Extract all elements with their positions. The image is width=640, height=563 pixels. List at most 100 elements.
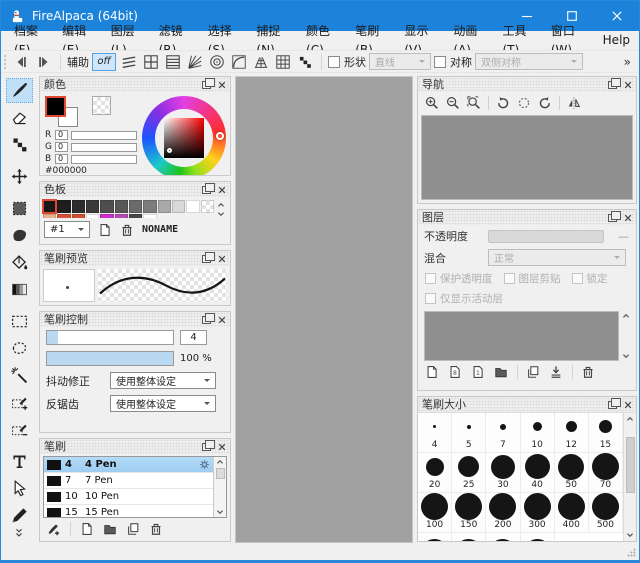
new-doc-icon[interactable] [70, 522, 94, 536]
palette-swatch[interactable] [143, 200, 156, 213]
brush-size-cell[interactable]: 40 [521, 453, 555, 493]
layer-option-checkbox[interactable] [425, 293, 436, 304]
brush-size-cell[interactable]: 300 [521, 493, 555, 533]
panel-close-icon[interactable] [218, 443, 226, 451]
brush-list-item[interactable]: 15 15 Pen [44, 505, 213, 517]
float-panel-icon[interactable] [608, 214, 617, 222]
brush-size-cell[interactable]: 400 [555, 493, 589, 533]
brush-list-item[interactable]: 4 4 Pen [44, 457, 213, 473]
tool-strip-overflow-button[interactable] [14, 528, 24, 538]
gradient-icon[interactable] [6, 277, 33, 302]
brush-settings-button[interactable] [199, 459, 210, 470]
brush-size-cell[interactable] [418, 533, 452, 541]
scroll-down-button[interactable] [217, 210, 225, 218]
dot-icon[interactable] [295, 52, 315, 71]
select-pen-icon[interactable] [6, 223, 33, 248]
doc-1-icon[interactable]: 1 [471, 365, 485, 379]
brush-add-icon[interactable] [47, 522, 61, 536]
brush-size-cell[interactable]: 10 [521, 413, 555, 453]
scroll-down-button[interactable] [626, 531, 634, 539]
scroll-down-button[interactable] [216, 508, 224, 516]
panel-close-icon[interactable] [218, 316, 226, 324]
float-panel-icon[interactable] [202, 186, 211, 194]
float-panel-icon[interactable] [202, 443, 211, 451]
float-panel-icon[interactable] [608, 401, 617, 409]
brush-size-cell[interactable]: 12 [555, 413, 589, 453]
assist-off-button[interactable]: off [92, 53, 116, 71]
panel-close-icon[interactable] [218, 81, 226, 89]
palette-set-select[interactable]: #1 [44, 221, 90, 238]
palette-swatch[interactable] [72, 200, 85, 213]
parallel-lines-icon[interactable] [119, 52, 139, 71]
lasso-select-icon[interactable] [6, 336, 33, 361]
perspective-grid-icon[interactable] [251, 52, 271, 71]
layer-option-checkbox[interactable] [425, 273, 436, 284]
magic-wand-icon[interactable] [6, 363, 33, 388]
radial-lines-icon[interactable] [185, 52, 205, 71]
zoom-in-icon[interactable] [425, 96, 439, 110]
select-icon[interactable] [6, 196, 33, 221]
folder-icon[interactable] [103, 522, 117, 536]
menu-item[interactable]: Help [594, 31, 639, 50]
palette-swatch[interactable] [186, 200, 199, 213]
brush-setting-select[interactable]: 使用整体设定 [110, 395, 216, 412]
brush-size-cell[interactable]: 7 [486, 413, 520, 453]
rgb-channel-value[interactable]: 0 [55, 130, 68, 140]
navigator-preview[interactable] [421, 115, 633, 200]
move-icon[interactable] [6, 164, 33, 189]
merge-down-icon[interactable] [549, 365, 563, 379]
shape-checkbox[interactable] [328, 56, 340, 68]
flip-horizontal-icon[interactable] [559, 96, 581, 110]
cross-grid-icon[interactable] [141, 52, 161, 71]
add-swatch-button[interactable] [98, 223, 112, 237]
layer-list[interactable] [424, 311, 619, 361]
brush-size-cell[interactable]: 200 [486, 493, 520, 533]
next-brush-button[interactable] [34, 52, 54, 71]
delete-swatch-button[interactable] [120, 223, 134, 237]
zoom-out-icon[interactable] [446, 96, 460, 110]
brush-size-cell[interactable]: 50 [555, 453, 589, 493]
duplicate-icon[interactable] [126, 522, 140, 536]
zoom-reset-icon[interactable] [467, 96, 481, 110]
brush-size-cell[interactable]: 4 [418, 413, 452, 453]
brush-size-value[interactable]: 4 [180, 330, 207, 345]
brush-opacity-slider[interactable] [46, 351, 174, 366]
panel-close-icon[interactable] [624, 401, 632, 409]
close-window-button[interactable] [594, 1, 639, 31]
brush-setting-select[interactable]: 使用整体设定 [110, 372, 216, 389]
float-panel-icon[interactable] [202, 81, 211, 89]
prev-brush-button[interactable] [11, 52, 31, 71]
panel-close-icon[interactable] [624, 81, 632, 89]
float-panel-icon[interactable] [202, 255, 211, 263]
layer-option-checkbox[interactable] [572, 273, 583, 284]
rotate-reset-icon[interactable] [517, 96, 531, 110]
dot-icon[interactable] [6, 132, 33, 157]
toolbar-overflow-button[interactable]: » [624, 55, 635, 69]
rect-select-icon[interactable] [6, 309, 33, 334]
resize-grip[interactable] [627, 548, 636, 557]
rgb-channel-slider[interactable] [71, 143, 137, 152]
trash-icon[interactable] [572, 365, 595, 379]
rgb-channel-value[interactable]: 0 [55, 142, 68, 152]
sv-indicator[interactable] [167, 148, 172, 153]
new-doc-icon[interactable] [425, 365, 439, 379]
operation-icon[interactable] [6, 476, 33, 501]
scroll-up-button[interactable] [626, 415, 634, 423]
float-panel-icon[interactable] [608, 81, 617, 89]
palette-swatch[interactable] [201, 200, 214, 213]
layer-option-checkbox[interactable] [504, 273, 515, 284]
brush-size-cell[interactable]: 70 [589, 453, 623, 493]
edit-pen-icon[interactable] [6, 503, 33, 528]
curve-snap-icon[interactable] [229, 52, 249, 71]
trash-icon[interactable] [149, 522, 163, 536]
horizontal-lines-icon[interactable] [163, 52, 183, 71]
color-wheel[interactable] [142, 96, 226, 176]
eraser-icon[interactable] [6, 105, 33, 130]
rgb-channel-slider[interactable] [71, 155, 137, 164]
scrollbar-thumb[interactable] [216, 468, 225, 479]
rgb-channel-slider[interactable] [71, 131, 137, 140]
doc-8-icon[interactable]: 8 [448, 365, 462, 379]
panel-close-icon[interactable] [218, 255, 226, 263]
transparent-color-swatch[interactable] [92, 96, 111, 115]
scroll-up-button[interactable] [216, 458, 224, 466]
